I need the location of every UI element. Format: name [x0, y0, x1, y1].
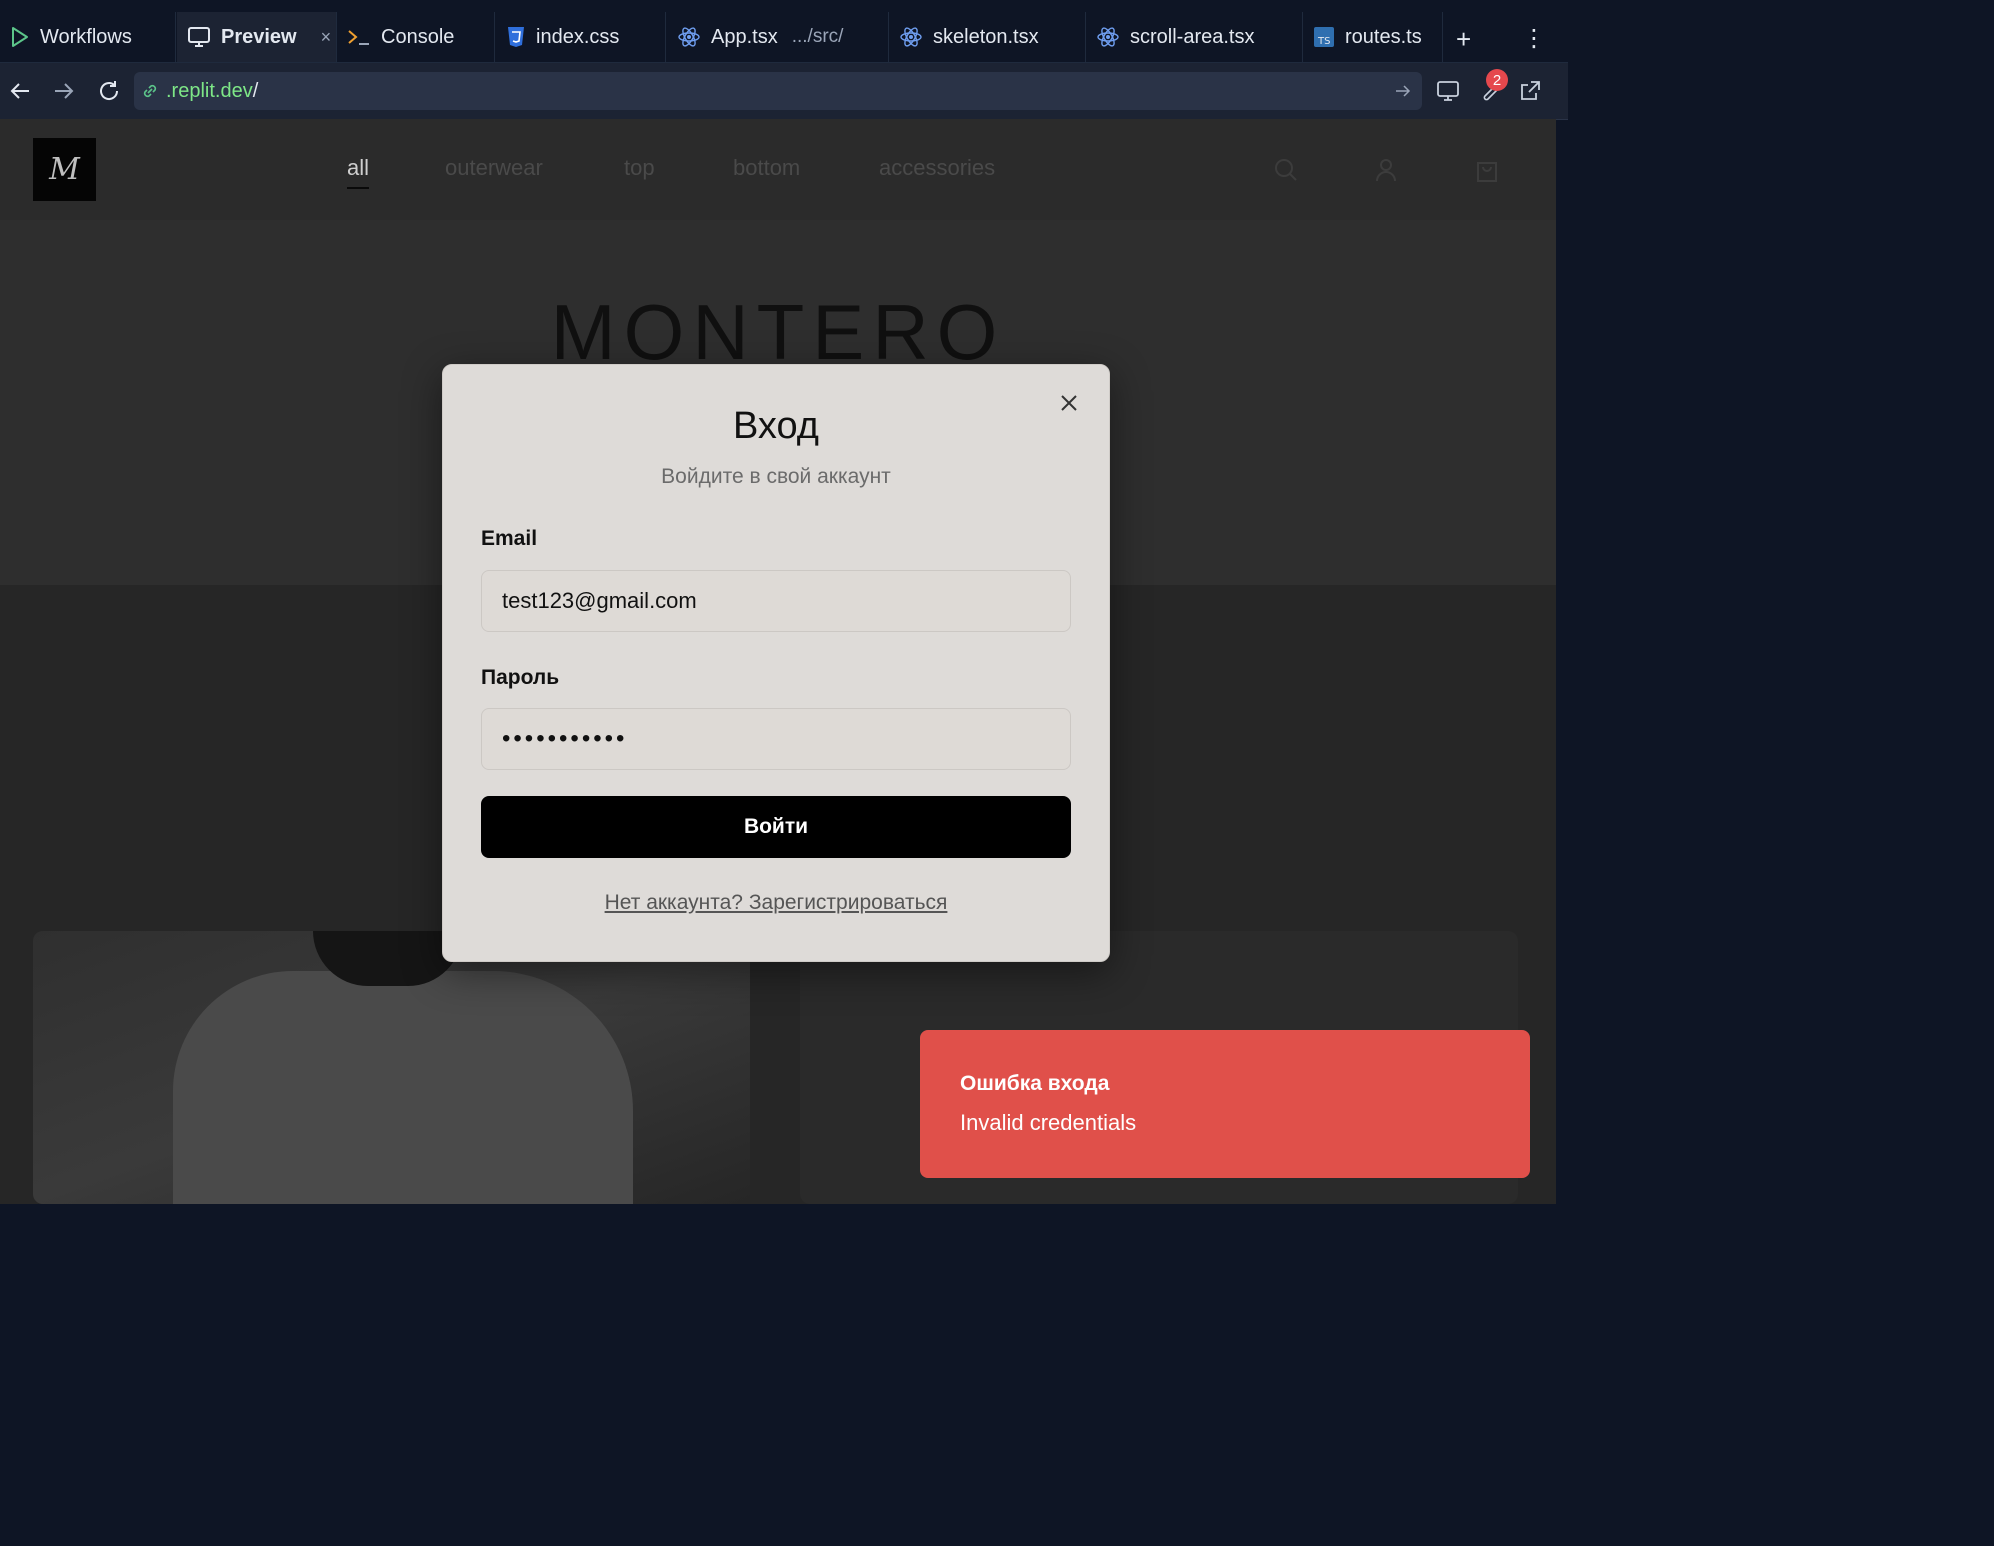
link-icon	[143, 84, 157, 98]
url-path: /	[252, 79, 259, 102]
site-header: M all outerwear top bottom accessories	[0, 119, 1556, 221]
devtools-button[interactable]: 2	[1474, 69, 1508, 107]
svg-text:TS: TS	[1317, 36, 1330, 47]
notification-badge: 2	[1486, 69, 1508, 91]
tab-workflows[interactable]: Workflows	[0, 12, 176, 62]
tab-routes-ts[interactable]: TS routes.ts	[1303, 12, 1443, 62]
password-label: Пароль	[481, 666, 560, 689]
tab-label: skeleton.tsx	[933, 25, 1039, 48]
tab-label: Console	[381, 25, 455, 48]
product-image	[173, 971, 633, 1204]
react-icon	[678, 27, 700, 47]
forward-button[interactable]	[48, 75, 80, 107]
nav-category-top[interactable]: top	[624, 155, 655, 181]
tab-console[interactable]: Console	[337, 12, 495, 62]
dialog-title: Вход	[733, 405, 819, 447]
tab-label: routes.ts	[1345, 25, 1422, 48]
new-tab-button[interactable]: +	[1456, 24, 1471, 55]
more-menu-button[interactable]: ⋮	[1522, 24, 1546, 53]
open-new-window-button[interactable]	[1514, 75, 1546, 107]
email-label: Email	[481, 527, 538, 550]
nav-category-outerwear[interactable]: outerwear	[445, 155, 543, 181]
tab-label: Preview	[221, 25, 297, 48]
back-button[interactable]	[4, 75, 36, 107]
search-icon[interactable]	[1273, 157, 1299, 183]
ts-icon: TS	[1314, 27, 1334, 47]
nav-category-accessories[interactable]: accessories	[879, 155, 995, 181]
monitor-icon	[188, 27, 210, 47]
terminal-icon	[348, 30, 369, 45]
tab-app-tsx[interactable]: App.tsx .../src/	[667, 12, 889, 62]
go-arrow-icon[interactable]	[1394, 82, 1412, 100]
toast-message: Invalid credentials	[960, 1110, 1137, 1135]
device-preview-button[interactable]	[1432, 75, 1464, 107]
tab-scroll-area-tsx[interactable]: scroll-area.tsx	[1086, 12, 1303, 62]
error-toast: Ошибка входа Invalid credentials	[920, 1030, 1530, 1178]
react-icon	[900, 27, 922, 47]
login-button[interactable]: Войти	[481, 796, 1071, 858]
url-field[interactable]: .replit.dev/	[134, 72, 1422, 110]
register-link[interactable]: Нет аккаунта? Зарегистрироваться	[443, 891, 1109, 915]
close-tab-icon[interactable]: ×	[321, 27, 332, 48]
shopping-bag-icon[interactable]	[1474, 157, 1500, 183]
tab-skeleton-tsx[interactable]: skeleton.tsx	[889, 12, 1086, 62]
email-field[interactable]: test123@gmail.com	[481, 570, 1071, 632]
arrow-left-icon	[10, 83, 29, 99]
product-card[interactable]	[33, 931, 750, 1204]
nav-category-all[interactable]: all	[347, 155, 370, 189]
dialog-subtitle: Войдите в свой аккаунт	[661, 465, 891, 488]
play-icon	[12, 27, 28, 47]
url-host: .replit.dev	[166, 79, 253, 102]
preview-toolbar: .replit.dev/ 2	[0, 63, 1568, 120]
tab-label: Workflows	[40, 25, 132, 48]
tab-label: App.tsx	[711, 25, 778, 48]
reload-button[interactable]	[93, 75, 125, 107]
user-icon[interactable]	[1373, 157, 1399, 183]
monitor-icon	[1437, 81, 1459, 101]
toast-title: Ошибка входа	[960, 1072, 1110, 1095]
tab-label: scroll-area.tsx	[1130, 25, 1255, 48]
tab-index-css[interactable]: index.css	[496, 12, 666, 62]
login-dialog: Вход Войдите в свой аккаунт Email test12…	[442, 364, 1110, 962]
editor-tab-bar: Workflows Preview × Console index.css Ap…	[0, 0, 1568, 63]
css-icon	[508, 27, 524, 47]
tab-preview[interactable]: Preview ×	[177, 12, 337, 62]
tab-label: index.css	[536, 25, 620, 48]
arrow-right-icon	[55, 83, 74, 99]
reload-icon	[100, 81, 119, 100]
tab-path: .../src/	[791, 26, 844, 47]
react-icon	[1097, 27, 1119, 47]
external-link-icon	[1521, 81, 1540, 100]
site-logo[interactable]: M	[33, 138, 96, 201]
password-field[interactable]: •••••••••••	[481, 708, 1071, 770]
nav-category-bottom[interactable]: bottom	[733, 155, 800, 181]
